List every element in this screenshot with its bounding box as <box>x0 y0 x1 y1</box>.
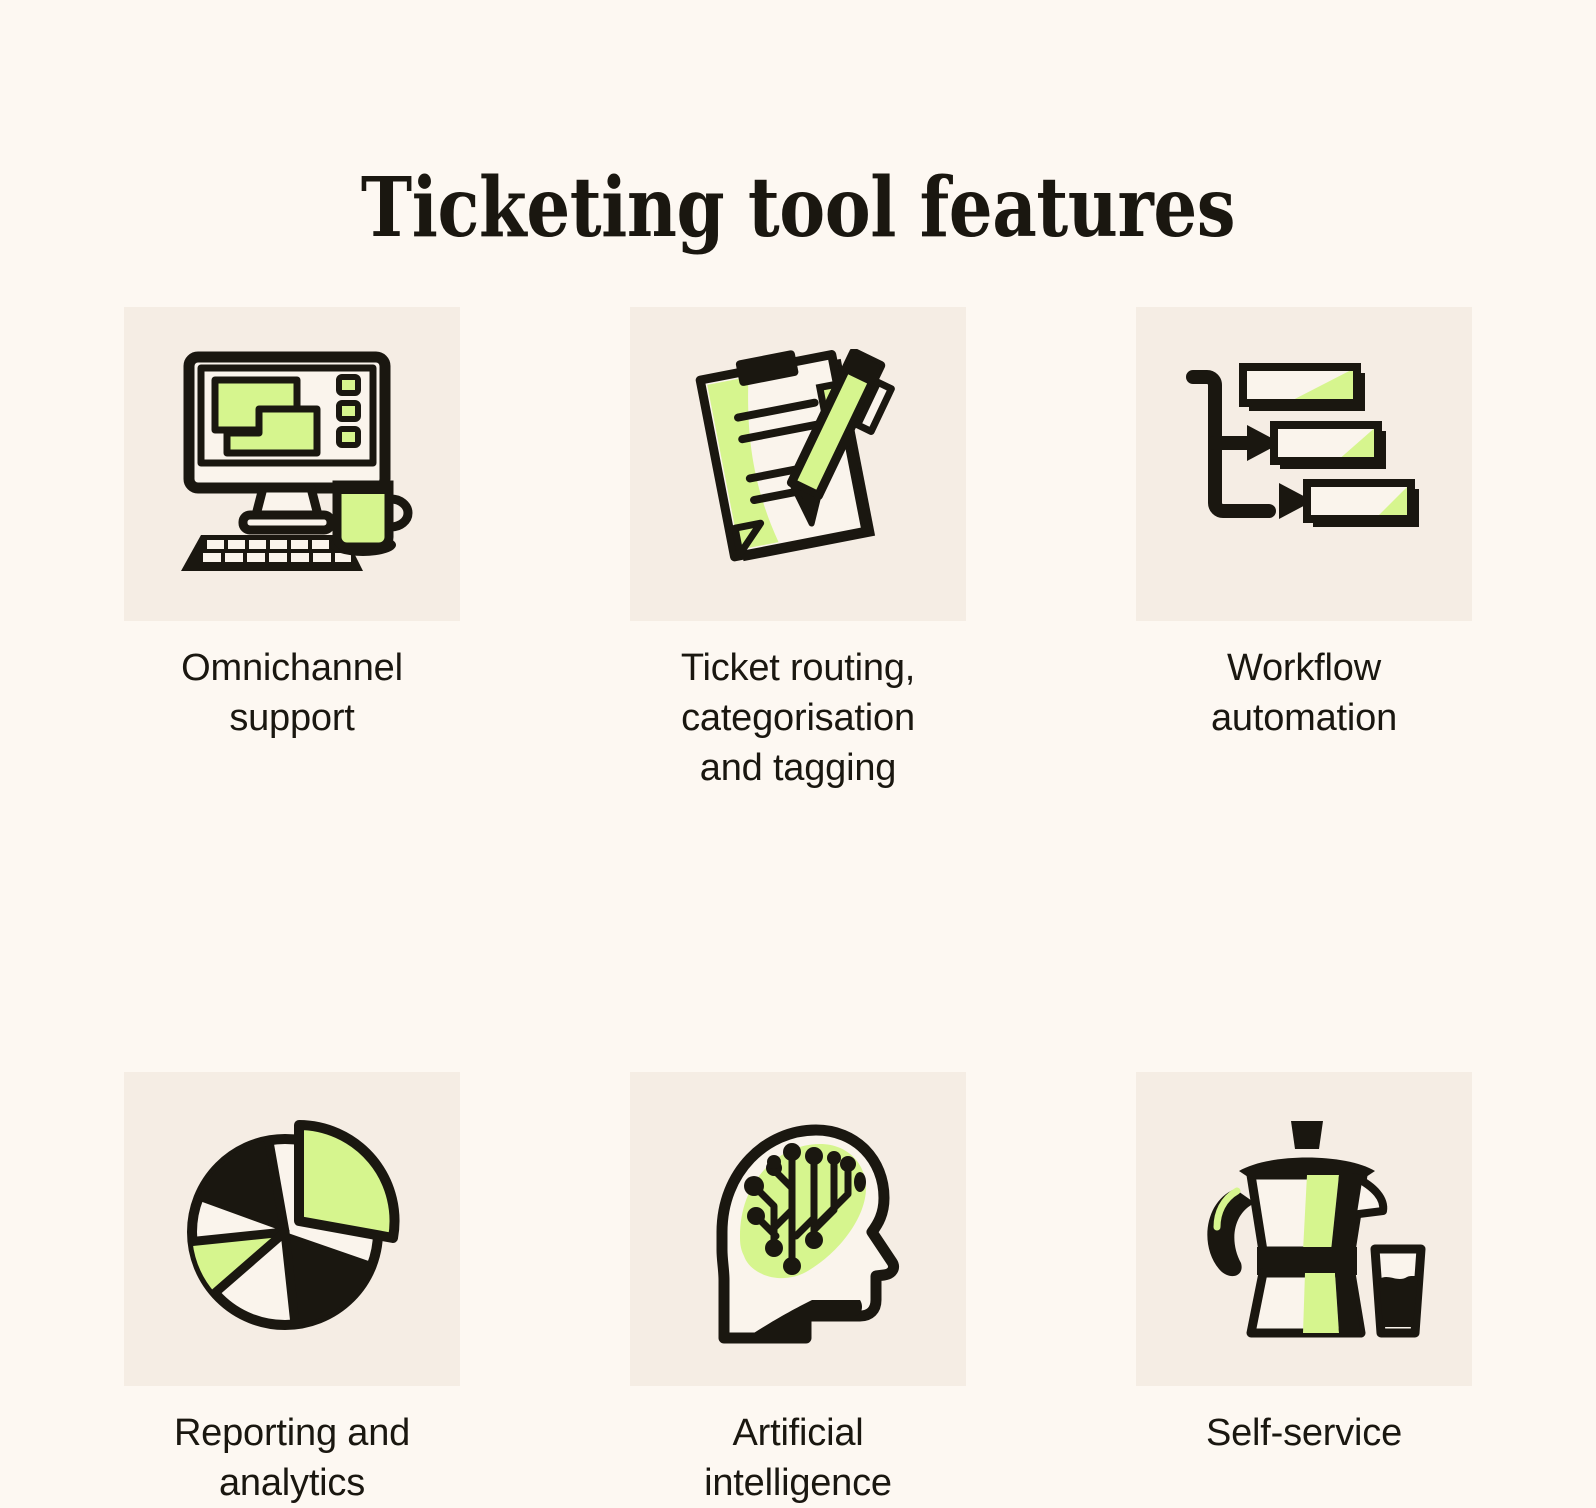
workflow-box-3 <box>1303 479 1419 527</box>
feature-icon-tile <box>124 307 460 621</box>
feature-icon-tile <box>124 1072 460 1386</box>
feature-caption: Self-service <box>1205 1412 1403 1454</box>
feature-caption: Artificial intelligence <box>704 1412 892 1504</box>
feature-icon-tile <box>630 1072 966 1386</box>
feature-card-reporting-analytics: Reporting and analytics <box>124 1072 460 1508</box>
feature-card-artificial-intelligence: Artificial intelligence <box>630 1072 966 1508</box>
feature-icon-tile <box>1136 307 1472 621</box>
feature-card-workflow-automation: Workflow automation <box>1136 307 1472 793</box>
desktop-computer-icon <box>181 351 413 571</box>
workflow-box-2 <box>1270 421 1386 469</box>
glass-icon <box>1370 1244 1426 1337</box>
feature-card-self-service: Self-service <box>1136 1072 1472 1508</box>
clipboard-pen-icon <box>695 349 895 562</box>
page-title: Ticketing tool features <box>360 159 1236 256</box>
pie-slice-highlight <box>294 1120 400 1243</box>
feature-card-ticket-routing: Ticket routing, categorisation and taggi… <box>630 307 966 793</box>
infographic-page: Ticketing tool features Omnichannel supp… <box>0 0 1596 1504</box>
feature-caption: Workflow automation <box>1210 647 1397 739</box>
feature-card-omnichannel-support: Omnichannel support <box>124 307 460 793</box>
pie-chart-icon <box>187 1120 400 1330</box>
feature-caption: Ticket routing, categorisation and taggi… <box>680 647 916 789</box>
brain-circuit-head-icon <box>716 1124 900 1344</box>
feature-grid: Omnichannel support Ticket routing, cate… <box>124 307 1472 1508</box>
feature-caption: Omnichannel support <box>181 647 403 739</box>
moka-pot-glass-icon <box>1207 1120 1426 1337</box>
feature-caption: Reporting and analytics <box>173 1412 411 1504</box>
workflow-box-1 <box>1239 363 1365 411</box>
coffee-mug-icon <box>330 480 413 556</box>
workflow-branch-icon <box>1186 363 1419 527</box>
feature-icon-tile <box>1136 1072 1472 1386</box>
feature-icon-tile <box>630 307 966 621</box>
